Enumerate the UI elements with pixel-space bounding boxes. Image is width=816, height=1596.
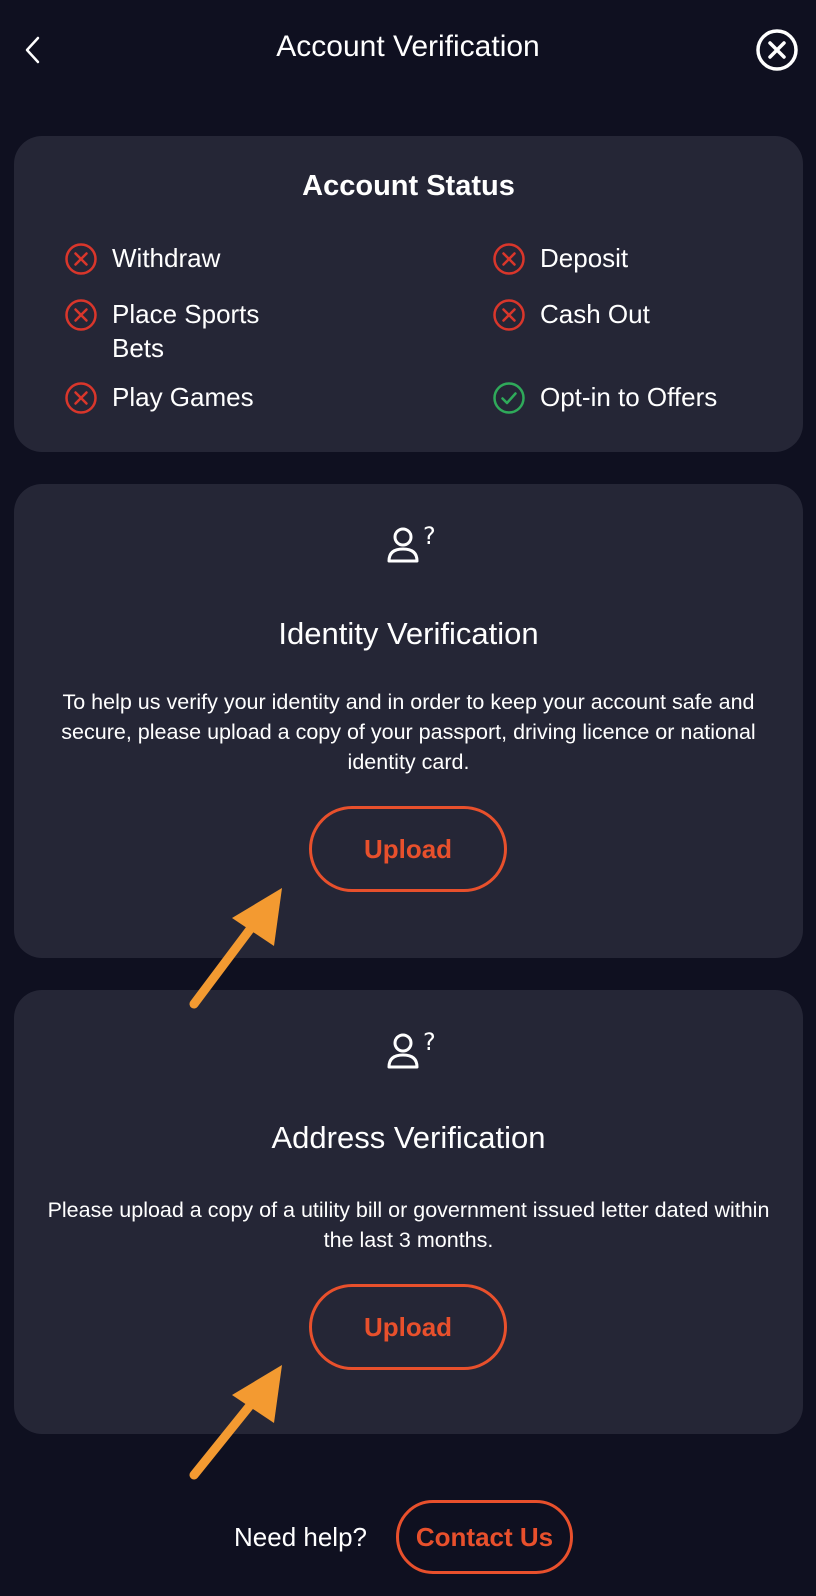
blocked-x-icon	[65, 299, 97, 331]
status-item-label: Opt-in to Offers	[540, 382, 718, 412]
blocked-x-icon	[65, 382, 97, 414]
blocked-x-icon	[493, 299, 525, 331]
annotation-arrow-icon	[189, 888, 282, 1009]
status-item-label: Place Sports Bets	[112, 299, 260, 363]
address-verification-title: Address Verification	[271, 1120, 546, 1155]
page-title: Account Verification	[276, 30, 540, 63]
contact-us-button[interactable]: Contact Us	[396, 1500, 573, 1574]
user-question-icon: ?	[387, 1028, 436, 1069]
footer: Need help? Contact Us	[0, 1500, 816, 1576]
status-item-deposit: Deposit	[492, 241, 628, 276]
status-item-label: Withdraw	[112, 243, 221, 273]
status-item-opt-in-offers: Opt-in to Offers	[492, 380, 717, 415]
account-status-card: Account Status Withdraw Deposit Place Sp…	[14, 136, 803, 452]
blocked-x-icon	[493, 243, 525, 275]
account-status-title: Account Status	[302, 170, 515, 202]
annotation-arrow-icon	[189, 1365, 282, 1480]
user-question-icon: ?	[387, 522, 436, 563]
need-help-text: Need help?	[234, 1522, 367, 1552]
header: Account Verification	[0, 0, 816, 100]
status-item-withdraw: Withdraw	[64, 241, 220, 276]
close-circle-icon	[756, 29, 798, 71]
identity-verification-title: Identity Verification	[278, 616, 539, 651]
svg-text:?: ?	[423, 1028, 436, 1056]
status-item-cash-out: Cash Out	[492, 297, 650, 332]
identity-upload-button[interactable]: Upload	[309, 806, 507, 892]
identity-verification-card: ? Identity Verification To help us verif…	[14, 484, 803, 958]
status-item-play-games: Play Games	[64, 380, 254, 415]
status-item-place-sports-bets: Place Sports Bets	[64, 297, 284, 365]
address-upload-button[interactable]: Upload	[309, 1284, 507, 1370]
status-item-label: Cash Out	[540, 299, 650, 329]
address-verification-card: ? Address Verification Please upload a c…	[14, 990, 803, 1434]
status-item-label: Deposit	[540, 243, 629, 273]
close-button[interactable]	[755, 28, 799, 72]
address-verification-description: Please upload a copy of a utility bill o…	[47, 1198, 770, 1252]
status-item-label: Play Games	[112, 382, 254, 412]
blocked-x-icon	[65, 243, 97, 275]
svg-text:?: ?	[423, 522, 436, 550]
allowed-check-icon	[493, 382, 525, 414]
identity-verification-description: To help us verify your identity and in o…	[61, 690, 756, 774]
